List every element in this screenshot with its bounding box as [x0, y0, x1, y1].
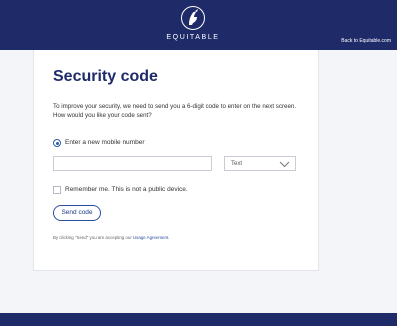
chevron-down-icon — [279, 161, 290, 168]
remember-me-checkbox[interactable] — [53, 186, 61, 194]
new-mobile-radio-label[interactable]: Enter a new mobile number — [65, 139, 145, 146]
security-code-card: Security code To improve your security, … — [33, 50, 319, 271]
brand-name: EQUITABLE — [166, 34, 220, 41]
top-header-bar: EQUITABLE Back to Equitable.com — [0, 0, 397, 50]
mobile-number-input[interactable] — [53, 156, 212, 171]
equitable-logo-icon — [181, 6, 205, 30]
delivery-method-select[interactable]: Text — [224, 156, 296, 171]
legal-notice: By clicking "Send" you are accepting our… — [53, 235, 169, 240]
footer-bar — [0, 313, 397, 326]
delivery-method-value: Text — [231, 161, 243, 167]
remember-me-label[interactable]: Remember me. This is not a public device… — [65, 186, 188, 193]
legal-suffix: . — [168, 235, 170, 240]
intro-text: To improve your security, we need to sen… — [53, 103, 297, 119]
page-title: Security code — [53, 68, 158, 85]
legal-prefix: By clicking "Send" you are accepting our — [53, 235, 132, 240]
send-code-button[interactable]: Send code — [53, 205, 101, 221]
usage-agreement-link[interactable]: Usage Agreement — [133, 235, 168, 240]
back-to-equitable-link[interactable]: Back to Equitable.com — [341, 38, 391, 44]
new-mobile-radio[interactable] — [53, 139, 61, 147]
